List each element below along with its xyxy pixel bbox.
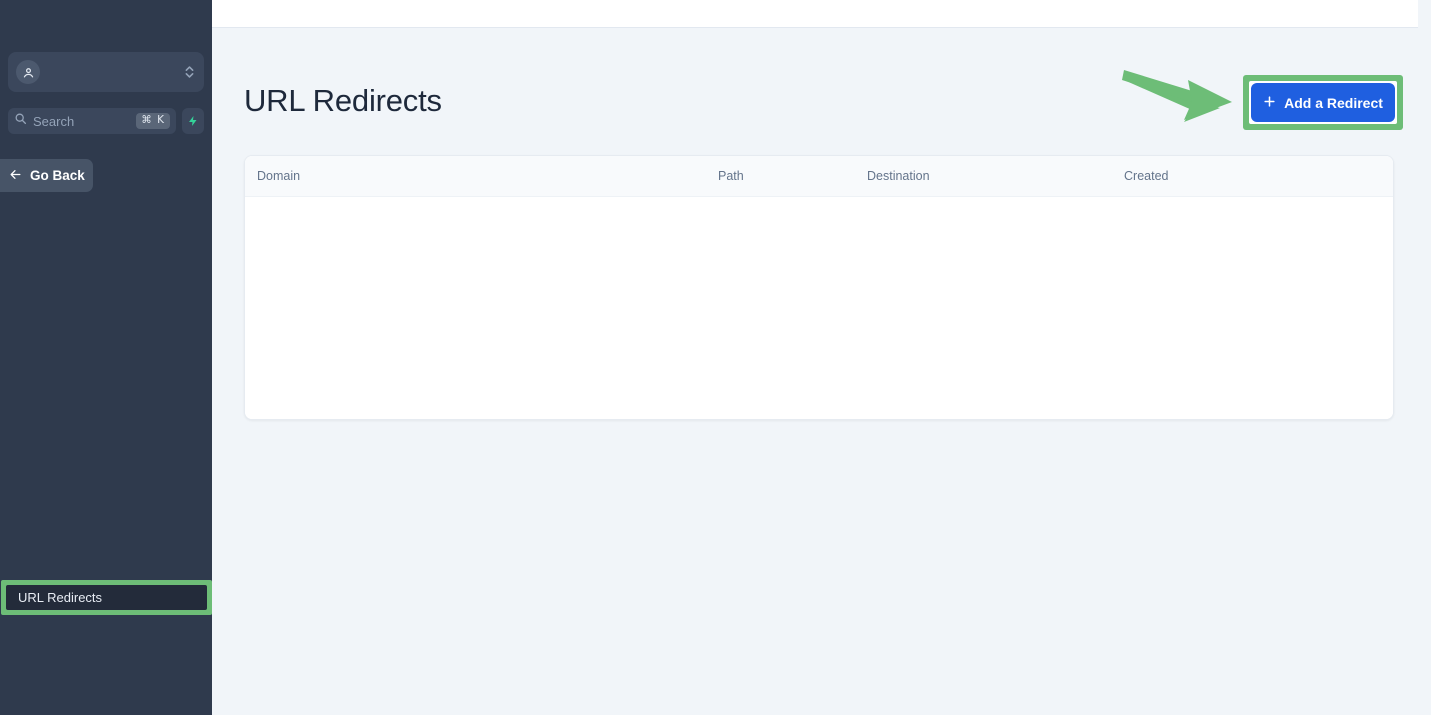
topbar [212,0,1418,28]
search-shortcut-badge: ⌘ K [136,113,170,129]
go-back-label: Go Back [30,168,85,183]
arrow-left-icon [8,168,23,184]
page-title: URL Redirects [244,83,442,118]
table-body-empty [245,197,1393,419]
highlight-box-add-redirect-button: Add a Redirect [1243,75,1403,130]
sidebar-search-row: Search ⌘ K [8,108,204,134]
annotation-arrow-icon [1122,70,1232,122]
chevron-up-down-icon [182,61,196,83]
go-back-button[interactable]: Go Back [0,159,93,192]
highlight-box-inner: Add a Redirect [1249,81,1397,124]
sidebar-item-label: URL Redirects [18,590,103,605]
user-pin-icon [16,60,40,84]
search-placeholder: Search [33,113,75,129]
table-header-row: Domain Path Destination Created [245,156,1393,197]
add-redirect-label: Add a Redirect [1284,94,1383,111]
sidebar: Search ⌘ K Go Back URL Redirects [0,0,212,715]
lightning-bolt-icon[interactable] [182,108,204,134]
main-content: URL Redirects Add a Redirect Domain Path… [212,28,1431,715]
redirects-table-card: Domain Path Destination Created [244,155,1394,420]
column-header-created[interactable]: Created [1124,169,1168,183]
search-input[interactable]: Search ⌘ K [8,108,176,134]
org-switcher[interactable] [8,52,204,92]
highlight-box-url-redirects-nav: URL Redirects [1,580,212,615]
app-root: Search ⌘ K Go Back URL Redirects URL Red… [0,0,1431,715]
search-icon [14,112,27,130]
column-header-domain[interactable]: Domain [257,169,300,183]
column-header-path[interactable]: Path [718,169,744,183]
column-header-destination[interactable]: Destination [867,169,930,183]
add-redirect-button[interactable]: Add a Redirect [1251,83,1395,122]
sidebar-item-url-redirects[interactable]: URL Redirects [6,585,207,610]
plus-icon [1263,95,1276,111]
